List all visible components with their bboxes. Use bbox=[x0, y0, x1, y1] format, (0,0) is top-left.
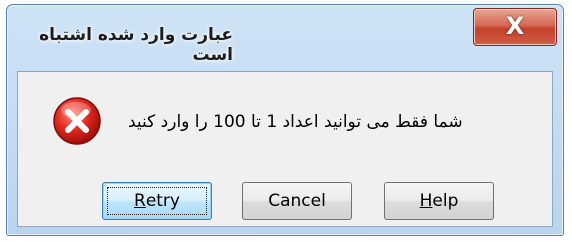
title-bar[interactable]: عبارت وارد شده اشتباه است X bbox=[7, 5, 563, 71]
close-icon: X bbox=[505, 12, 525, 40]
window-title: عبارت وارد شده اشتباه است bbox=[39, 25, 233, 65]
help-mnemonic: H bbox=[419, 191, 433, 211]
retry-button[interactable]: Retry bbox=[102, 182, 212, 220]
help-label-rest: elp bbox=[432, 191, 459, 211]
error-message: شما فقط می توانید اعداد 1 تا 100 را وارد… bbox=[128, 112, 463, 132]
focus-indicator bbox=[107, 187, 207, 215]
dialog-client-area: شما فقط می توانید اعداد 1 تا 100 را وارد… bbox=[17, 71, 553, 227]
dialog-window: عبارت وارد شده اشتباه است X شما فقط می ت… bbox=[6, 4, 564, 236]
cancel-label: Cancel bbox=[268, 191, 326, 211]
error-icon bbox=[53, 97, 101, 145]
cancel-button[interactable]: Cancel bbox=[242, 182, 352, 220]
close-button[interactable]: X bbox=[473, 8, 557, 46]
help-button[interactable]: Help bbox=[384, 182, 494, 220]
